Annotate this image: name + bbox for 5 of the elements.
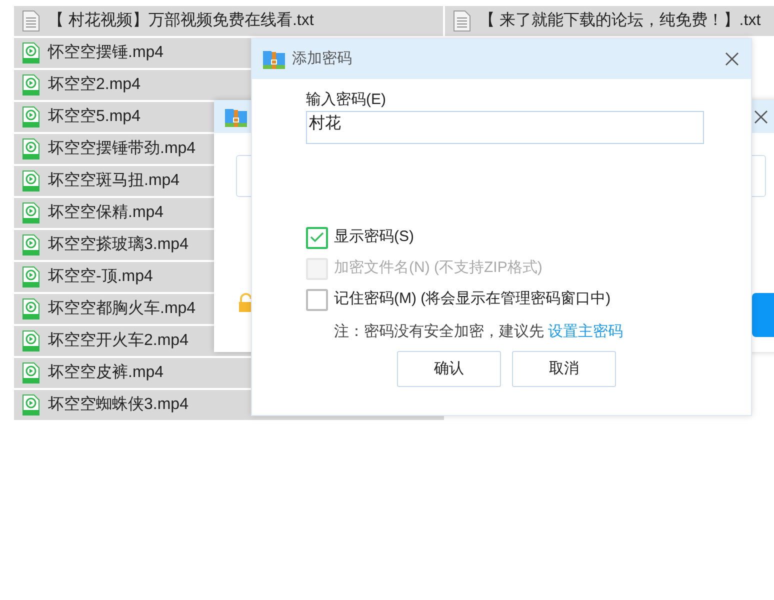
- checkbox-label: 加密文件名(N) (不支持ZIP格式): [334, 258, 542, 278]
- dialog-title: 添加密码: [292, 48, 352, 69]
- checkbox-label: 显示密码(S): [334, 227, 414, 248]
- checkbox-label: 记住密码(M) (将会显示在管理密码窗口中): [334, 289, 611, 310]
- note-text: 注：密码没有安全加密，建议先: [334, 322, 544, 342]
